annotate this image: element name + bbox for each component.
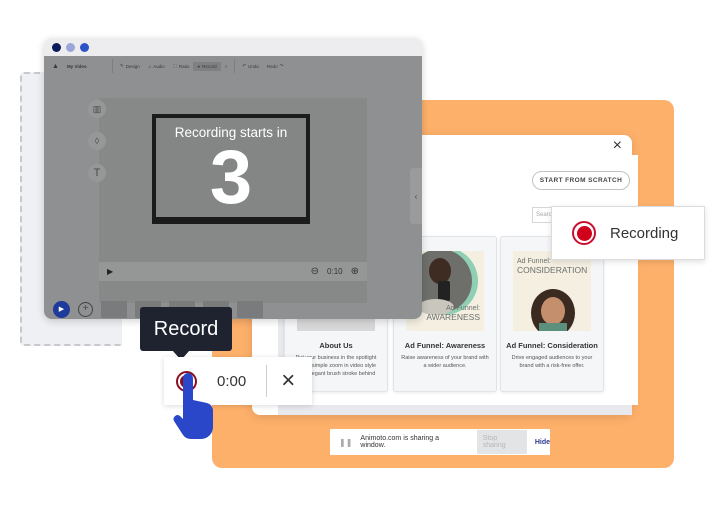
template-thumbnail: Ad Funnel: CONSIDERATION bbox=[513, 251, 591, 331]
template-card-description: Raise awareness of your brand with a wid… bbox=[401, 355, 489, 369]
hide-button[interactable]: Hide bbox=[535, 439, 550, 446]
collapse-panel-button[interactable]: ‹ bbox=[410, 168, 422, 224]
scene-timeline: ▶ + bbox=[44, 299, 422, 319]
color-tool-button[interactable]: ◊ bbox=[88, 132, 106, 150]
recording-preview: Recording starts in 3 bbox=[156, 118, 306, 217]
recording-dot-icon bbox=[572, 221, 596, 245]
timeline-play-button[interactable]: ▶ bbox=[53, 300, 70, 318]
droplet-icon: ◊ bbox=[94, 136, 100, 146]
redo-icon: ↷ bbox=[279, 63, 284, 68]
text-tool-button[interactable]: T bbox=[88, 164, 106, 182]
undo-button[interactable]: ↶ Undo bbox=[238, 61, 263, 71]
close-icon[interactable]: × bbox=[613, 137, 622, 155]
recording-preview-frame: Recording starts in 3 bbox=[152, 114, 310, 224]
toolbar-divider bbox=[111, 59, 113, 73]
text-icon: T bbox=[93, 167, 101, 179]
design-label: Design bbox=[125, 63, 140, 69]
scene-duration: 0:10 bbox=[327, 267, 343, 276]
project-name-label: My Video bbox=[66, 63, 87, 69]
editor-toolbar: ▲ My Video ✎ Design ♫ Audio ⬚ Ratio ● Record… bbox=[44, 56, 422, 76]
record-tooltip: Record bbox=[140, 307, 232, 351]
play-icon: ▶ bbox=[58, 306, 65, 313]
redo-button[interactable]: Redo ↷ bbox=[263, 61, 288, 71]
add-scene-button[interactable]: + bbox=[78, 301, 93, 317]
scene-thumbnail[interactable] bbox=[237, 300, 263, 318]
video-editor-window: ▲ My Video ✎ Design ♫ Audio ⬚ Ratio ● Record… bbox=[44, 38, 422, 319]
record-icon: ● bbox=[197, 63, 201, 69]
close-recording-button[interactable]: × bbox=[281, 369, 295, 393]
play-icon[interactable]: ▶ bbox=[107, 267, 113, 276]
ratio-button[interactable]: ⬚ Ratio bbox=[169, 61, 194, 71]
music-icon: ♫ bbox=[147, 63, 152, 69]
undo-label: Undo bbox=[248, 63, 259, 69]
ratio-label: Ratio bbox=[178, 63, 190, 69]
control-divider bbox=[266, 365, 268, 397]
template-card-title: Ad Funnel: Consideration bbox=[506, 341, 598, 350]
plus-circle-icon[interactable]: ⊕ bbox=[351, 266, 359, 277]
share-message: Animoto.com is sharing a window. bbox=[360, 435, 439, 449]
window-dot-maximize[interactable] bbox=[80, 43, 89, 52]
search-icon: ○ bbox=[224, 63, 228, 69]
toolbar-divider bbox=[234, 59, 236, 73]
search-button[interactable]: ○ bbox=[221, 62, 232, 71]
window-controls bbox=[52, 43, 89, 52]
side-tools: ▥ ◊ T bbox=[88, 100, 106, 182]
scene-playbar: ▶ ⊖ 0:10 ⊕ bbox=[99, 262, 367, 281]
layout-tool-button[interactable]: ▥ bbox=[88, 100, 106, 118]
redo-label: Redo bbox=[266, 63, 278, 69]
thumb-line2: AWARENESS bbox=[426, 312, 480, 322]
recording-label: Recording bbox=[610, 224, 679, 242]
ratio-icon: ⬚ bbox=[172, 63, 177, 68]
pointer-hand-icon bbox=[173, 373, 214, 439]
audio-button[interactable]: ♫ Audio bbox=[144, 62, 169, 71]
chevron-left-icon: ‹ bbox=[414, 191, 418, 201]
editor-body: ▲ My Video ✎ Design ♫ Audio ⬚ Ratio ● Record… bbox=[44, 56, 422, 319]
record-toolbar-button[interactable]: ● Record bbox=[193, 61, 221, 71]
template-card-title: About Us bbox=[319, 341, 353, 350]
layout-icon: ▥ bbox=[92, 103, 102, 114]
window-dot-minimize[interactable] bbox=[66, 43, 75, 52]
screen-share-bar: ❚❚ Animoto.com is sharing a window. Stop… bbox=[330, 429, 550, 455]
project-name[interactable]: My Video bbox=[63, 62, 109, 71]
record-label: Record bbox=[202, 63, 217, 69]
window-dot-close[interactable] bbox=[52, 43, 61, 52]
minus-circle-icon[interactable]: ⊖ bbox=[311, 266, 319, 277]
stop-sharing-button[interactable]: Stop sharing bbox=[476, 430, 527, 454]
countdown-number: 3 bbox=[209, 135, 253, 218]
consideration-photo-illustration bbox=[531, 289, 575, 331]
pause-icon: ❚❚ bbox=[339, 437, 353, 447]
animoto-logo-icon: ▲ bbox=[52, 62, 59, 70]
logo-button[interactable]: ▲ bbox=[44, 61, 63, 72]
scene-thumbnail[interactable] bbox=[101, 300, 127, 318]
recording-indicator: Recording bbox=[551, 206, 705, 260]
template-card-description: Drive engaged audiences to your brand wi… bbox=[511, 355, 593, 369]
design-button[interactable]: ✎ Design bbox=[116, 61, 144, 71]
audio-label: Audio bbox=[153, 63, 165, 69]
brush-icon: ✎ bbox=[119, 63, 124, 68]
template-card-title: Ad Funnel: Awareness bbox=[404, 341, 486, 350]
undo-icon: ↶ bbox=[242, 63, 247, 68]
plus-icon: + bbox=[82, 303, 89, 314]
start-from-scratch-button[interactable]: START FROM SCRATCH bbox=[532, 171, 630, 190]
